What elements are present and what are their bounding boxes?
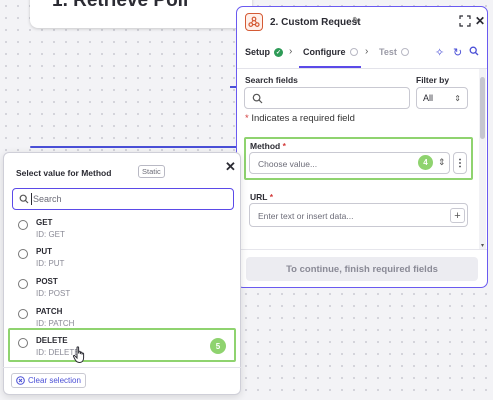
panel-header: 2. Custom Request ✎ ✕ [237, 7, 487, 37]
url-label-text: URL [250, 192, 268, 202]
option-delete[interactable]: DELETE ID: DELETE [6, 334, 234, 362]
check-complete-icon: ✓ [274, 47, 284, 57]
radio-button[interactable] [18, 338, 28, 348]
search-icon[interactable] [469, 46, 479, 59]
required-asterisk: * [282, 141, 286, 151]
option-label: GET [36, 218, 53, 227]
scrollbar-thumb[interactable] [480, 77, 485, 139]
clear-circle-x-icon [16, 376, 25, 385]
step-config-panel: 2. Custom Request ✎ ✕ Setup ✓ › Configur… [236, 6, 488, 288]
option-get[interactable]: GET ID: GET [6, 216, 234, 244]
scroll-down-arrow-icon[interactable]: ▾ [481, 242, 484, 249]
panel-title: 2. Custom Request [270, 17, 361, 28]
required-note-text: Indicates a required field [251, 113, 355, 124]
webhook-app-icon [245, 13, 263, 31]
required-field-note: * Indicates a required field [245, 113, 355, 124]
panel-footer: To continue, finish required fields [237, 249, 487, 287]
option-id: ID: PUT [36, 259, 65, 268]
pending-status-icon [400, 48, 409, 56]
search-icon [252, 93, 263, 104]
required-asterisk: * [245, 113, 249, 124]
option-label: PATCH [36, 307, 63, 316]
text-caret [31, 193, 32, 205]
connector-line [30, 146, 238, 148]
dropdown-search-input[interactable]: Search [12, 188, 234, 210]
option-id: ID: GET [36, 230, 65, 239]
tab-setup-label: Setup [245, 47, 271, 57]
tab-test[interactable]: Test [379, 47, 409, 57]
search-placeholder: Search [33, 194, 62, 204]
close-panel-icon[interactable]: ✕ [475, 14, 485, 28]
ai-sparkle-icon[interactable]: ✧ [435, 46, 444, 59]
step-number-badge: 5 [210, 338, 226, 354]
step-number-badge: 4 [418, 155, 433, 170]
dropdown-divider [3, 367, 241, 368]
url-input[interactable]: Enter text or insert data... + [249, 203, 468, 227]
chevron-right-icon: › [289, 46, 293, 57]
option-id: ID: POST [36, 289, 71, 298]
method-placeholder: Choose value... [258, 159, 318, 169]
insert-data-plus-icon[interactable]: + [450, 208, 465, 223]
chevron-right-icon: › [365, 46, 369, 57]
method-select[interactable]: Choose value... 4 ⇕ [249, 152, 450, 174]
expand-icon[interactable] [459, 15, 471, 27]
dropdown-title: Select value for Method [16, 168, 112, 178]
hand-pointer-cursor-icon [72, 346, 85, 364]
up-down-arrows-icon: ⇕ [454, 93, 461, 103]
option-label: DELETE [36, 336, 68, 345]
option-label: POST [36, 277, 58, 286]
method-label-text: Method [250, 141, 281, 151]
clear-selection-label: Clear selection [28, 376, 81, 385]
option-post[interactable]: POST ID: POST [6, 275, 234, 303]
url-placeholder: Enter text or insert data... [258, 211, 354, 221]
up-down-arrows-icon: ⇕ [438, 157, 446, 167]
url-field-label: URL * [250, 192, 273, 202]
pencil-edit-icon[interactable]: ✎ [352, 16, 360, 27]
method-field-label: Method * [250, 141, 286, 151]
radio-button[interactable] [18, 279, 28, 289]
filter-by-select[interactable]: All ⇕ [416, 87, 468, 109]
panel-tabs: Setup ✓ › Configure › Test ✧ ↻ [237, 37, 487, 69]
required-asterisk: * [269, 192, 274, 202]
clear-selection-button[interactable]: Clear selection [11, 373, 86, 388]
tab-configure-label: Configure [303, 47, 346, 57]
pending-status-icon [349, 48, 358, 56]
filter-by-label: Filter by [416, 75, 450, 85]
tab-setup[interactable]: Setup ✓ [245, 47, 284, 57]
static-badge: Static [138, 165, 165, 178]
continue-button[interactable]: To continue, finish required fields [246, 257, 478, 281]
tab-test-label: Test [379, 47, 397, 57]
previous-step-title: 1. Retrieve Poll [52, 0, 189, 11]
option-put[interactable]: PUT ID: PUT [6, 245, 234, 273]
close-dropdown-icon[interactable]: ✕ [225, 159, 236, 175]
radio-button[interactable] [18, 249, 28, 259]
tab-configure[interactable]: Configure [303, 47, 358, 57]
radio-button[interactable] [18, 220, 28, 230]
search-icon [19, 194, 29, 204]
search-fields-label: Search fields [245, 75, 298, 85]
active-tab-indicator [299, 66, 361, 68]
search-fields-input[interactable] [244, 87, 410, 109]
radio-button[interactable] [18, 309, 28, 319]
option-id: ID: PATCH [36, 319, 75, 328]
filter-value: All [423, 93, 434, 103]
more-options-button[interactable]: ⋮ [453, 152, 467, 174]
option-label: PUT [36, 247, 52, 256]
refresh-icon[interactable]: ↻ [453, 46, 462, 59]
